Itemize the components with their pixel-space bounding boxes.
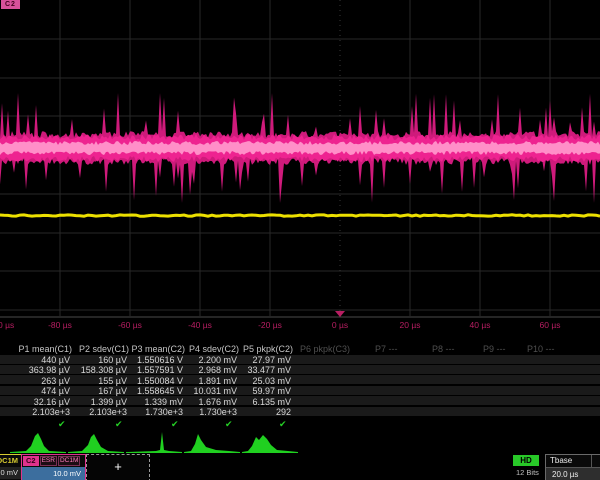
status-check-icon: ✔	[279, 419, 287, 430]
measure-header[interactable]: P5 pkpk(C2)	[223, 344, 293, 354]
histicon-p5[interactable]	[242, 430, 298, 454]
status-check-icon: ✔	[225, 419, 233, 430]
histicon-p4[interactable]	[184, 430, 240, 454]
waveform-grid: C2	[0, 0, 600, 318]
plus-icon: +	[114, 459, 122, 474]
measure-value: 27.97 mV	[221, 355, 291, 365]
measure-header-unused[interactable]: P10 ---	[527, 344, 555, 354]
measure-header-unused[interactable]: P8 ---	[432, 344, 455, 354]
c2-scale-label: 10.0 mV	[53, 469, 81, 478]
time-axis-label: 20 µs	[400, 320, 421, 330]
status-check-icon: ✔	[58, 419, 66, 430]
histicon-p2[interactable]	[68, 430, 124, 454]
measure-header-unused[interactable]: P7 ---	[375, 344, 398, 354]
measure-value: 25.03 mV	[221, 376, 291, 386]
measure-value: 292	[221, 407, 291, 417]
time-axis-label: -80 µs	[48, 320, 72, 330]
c1-scale-label: 10.0 mV	[0, 468, 18, 477]
timebase-scale-label: 20.0 µs	[552, 470, 578, 479]
measurement-table: P1 mean(C1)P2 sdev(C1)P3 mean(C2)P4 sdev…	[0, 341, 600, 431]
time-axis-label: -100 µs	[0, 320, 14, 330]
oscilloscope-screen: C2 -100 µs -80 µs -60 µs -40 µs -20 µs 0…	[0, 0, 600, 480]
histicon-p3[interactable]	[126, 430, 182, 454]
status-check-icon: ✔	[115, 419, 123, 430]
c1-coupling-label: DC1M	[0, 456, 18, 465]
time-axis-label: -20 µs	[258, 320, 282, 330]
trace-tab-c2[interactable]: C2	[1, 0, 20, 9]
time-axis-label: -40 µs	[188, 320, 212, 330]
c2-name-badge: C2	[23, 456, 39, 466]
time-axis-label: -60 µs	[118, 320, 142, 330]
histicon-p1[interactable]	[10, 430, 66, 454]
c2-coupling-badge: DC1M	[58, 456, 80, 466]
measure-header-unused[interactable]: P9 ---	[483, 344, 506, 354]
hd-mode-badge: HD	[513, 455, 539, 466]
channel-descriptor-c2[interactable]: C2 ESR DC1M 10.0 mV	[21, 454, 86, 480]
channel-descriptor-c1[interactable]: DC1M 10.0 mV	[0, 454, 22, 480]
time-axis-label: 0 µs	[332, 320, 348, 330]
status-check-icon: ✔	[171, 419, 179, 430]
add-trace-button[interactable]: +	[86, 454, 150, 480]
timebase-divider	[591, 455, 592, 467]
measure-header-unused[interactable]: P6 pkpk(C3)	[300, 344, 350, 354]
grid-and-traces-svg	[0, 0, 600, 318]
measure-value: 6.135 mV	[221, 397, 291, 407]
hd-bits-label: 12 Bits	[516, 468, 539, 477]
measure-value: 33.477 mV	[221, 365, 291, 375]
time-axis-label: 60 µs	[540, 320, 561, 330]
c2-esr-badge: ESR	[40, 456, 57, 466]
timebase-descriptor[interactable]: Tbase 20.0 µs	[545, 454, 600, 480]
time-axis-label: 40 µs	[470, 320, 491, 330]
measure-value: 59.97 mV	[221, 386, 291, 396]
timebase-title: Tbase	[550, 456, 572, 465]
